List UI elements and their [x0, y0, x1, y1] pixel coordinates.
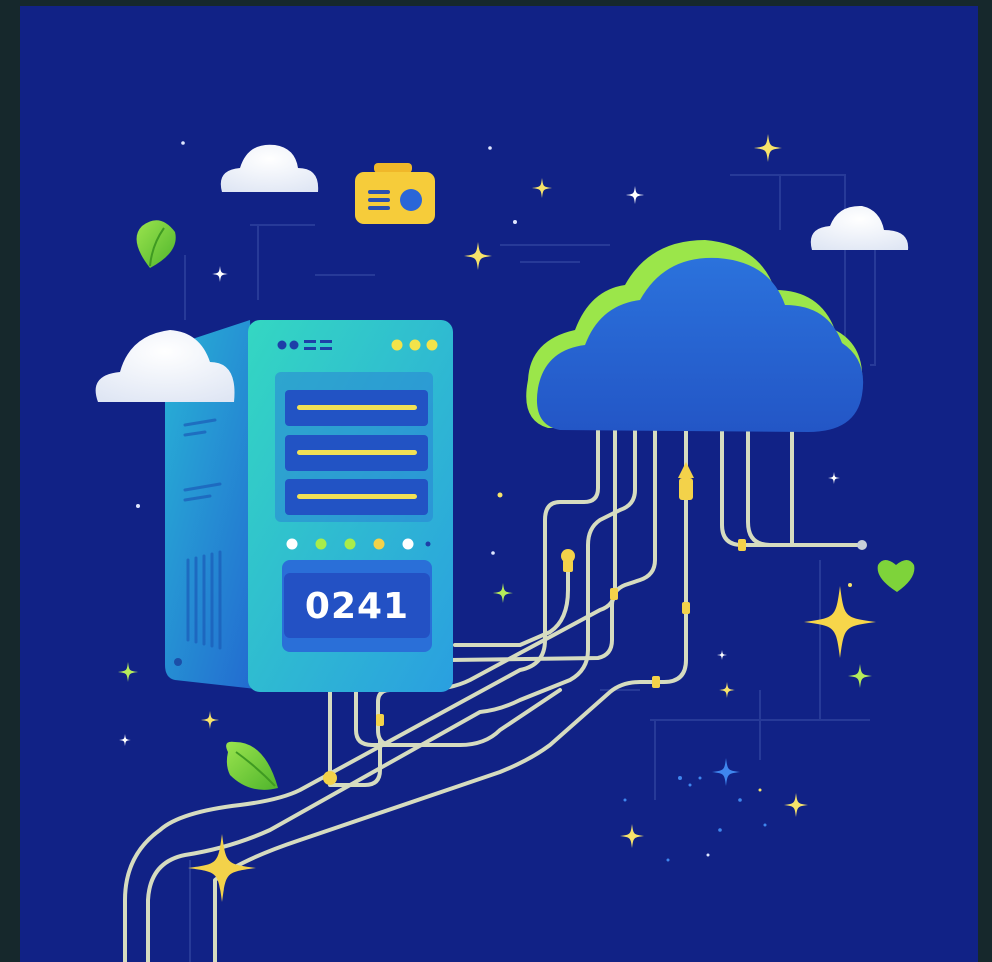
background-panel — [20, 6, 978, 962]
led-icon — [344, 538, 356, 550]
cable-end-dot — [857, 540, 867, 550]
led-icon — [373, 538, 385, 550]
indicator-light-icon — [426, 339, 438, 351]
indicator-light-icon — [391, 339, 403, 351]
server-side-screw — [174, 658, 182, 666]
status-dot-icon — [277, 340, 287, 350]
drive-bay-indicator — [297, 405, 417, 410]
drive-bay-indicator — [297, 494, 417, 499]
status-dot-icon — [289, 340, 299, 350]
server-display-number: 0241 — [305, 586, 409, 627]
indicator-light-icon — [409, 339, 421, 351]
status-bar-icon — [304, 347, 316, 350]
status-bar-icon — [304, 340, 316, 343]
server-cloud-illustration: 0241 — [20, 6, 978, 962]
led-icon — [402, 538, 414, 550]
led-icon — [315, 538, 327, 550]
status-bar-icon — [320, 347, 332, 350]
id-card-icon — [355, 163, 435, 224]
status-bar-icon — [320, 340, 332, 343]
led-icon — [286, 538, 298, 550]
drive-bay-indicator — [297, 450, 417, 455]
led-icon — [425, 541, 431, 547]
